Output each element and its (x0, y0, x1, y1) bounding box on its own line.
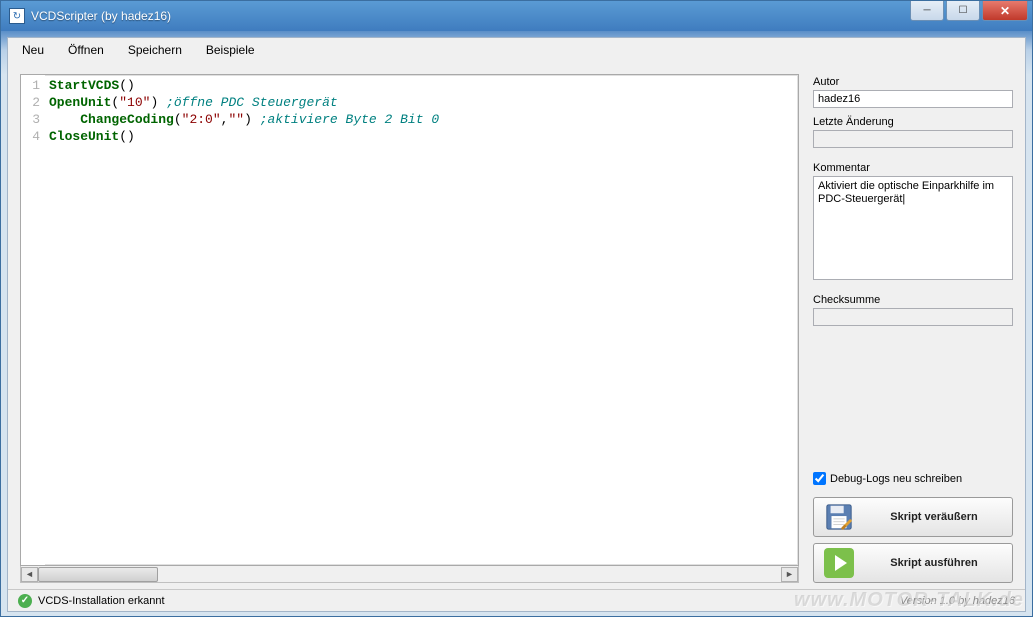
app-icon (9, 8, 25, 24)
run-script-label: Skript ausführen (866, 557, 1002, 569)
scroll-track[interactable] (38, 567, 781, 582)
close-button[interactable]: ✕ (982, 1, 1028, 21)
menubar: Neu Öffnen Speichern Beispiele (8, 38, 1025, 62)
menu-save[interactable]: Speichern (128, 43, 182, 57)
client-area: Neu Öffnen Speichern Beispiele 1234 Star… (7, 37, 1026, 612)
titlebar[interactable]: VCDScripter (by hadez16) ─ ☐ ✕ (1, 1, 1032, 31)
minimize-button[interactable]: ─ (910, 1, 944, 21)
author-label: Autor (813, 76, 1013, 88)
play-icon (824, 548, 854, 578)
maximize-icon: ☐ (959, 5, 968, 16)
scroll-left-arrow[interactable]: ◄ (21, 567, 38, 582)
debug-label: Debug-Logs neu schreiben (830, 473, 962, 485)
close-icon: ✕ (1000, 4, 1010, 18)
window-buttons: ─ ☐ ✕ (908, 1, 1028, 21)
checksum-label: Checksumme (813, 294, 1013, 306)
save-script-label: Skript veräußern (866, 511, 1002, 523)
status-text: VCDS-Installation erkannt (38, 595, 165, 607)
menu-open[interactable]: Öffnen (68, 43, 104, 57)
debug-checkbox-row[interactable]: Debug-Logs neu schreiben (813, 472, 1013, 485)
version-text: Version 1.0 by hadez16 (900, 595, 1015, 607)
minimize-icon: ─ (923, 5, 930, 16)
status-ok-icon: ✓ (18, 594, 32, 608)
scroll-right-arrow[interactable]: ► (781, 567, 798, 582)
debug-checkbox[interactable] (813, 472, 826, 485)
lastchange-input (813, 130, 1013, 148)
side-panel: Autor Letzte Änderung Kommentar Checksum… (813, 74, 1013, 583)
window-title: VCDScripter (by hadez16) (31, 9, 171, 23)
horizontal-scrollbar[interactable]: ◄ ► (20, 566, 799, 583)
menu-examples[interactable]: Beispiele (206, 43, 255, 57)
code-content[interactable]: StartVCDS()OpenUnit("10") ;öffne PDC Ste… (45, 75, 443, 565)
run-script-button[interactable]: Skript ausführen (813, 543, 1013, 583)
maximize-button[interactable]: ☐ (946, 1, 980, 21)
line-gutter: 1234 (21, 75, 45, 565)
window-frame: VCDScripter (by hadez16) ─ ☐ ✕ Neu Öffne… (0, 0, 1033, 617)
lastchange-label: Letzte Änderung (813, 116, 1013, 128)
floppy-icon (824, 502, 854, 532)
menu-new[interactable]: Neu (22, 43, 44, 57)
comment-label: Kommentar (813, 162, 1013, 174)
scroll-thumb[interactable] (38, 567, 158, 582)
checksum-input (813, 308, 1013, 326)
editor-wrap: 1234 StartVCDS()OpenUnit("10") ;öffne PD… (20, 74, 799, 583)
comment-textarea[interactable] (813, 176, 1013, 280)
code-editor[interactable]: 1234 StartVCDS()OpenUnit("10") ;öffne PD… (20, 74, 799, 566)
save-script-button[interactable]: Skript veräußern (813, 497, 1013, 537)
main-body: 1234 StartVCDS()OpenUnit("10") ;öffne PD… (8, 62, 1025, 589)
status-bar: ✓ VCDS-Installation erkannt Version 1.0 … (8, 589, 1025, 611)
author-input[interactable] (813, 90, 1013, 108)
